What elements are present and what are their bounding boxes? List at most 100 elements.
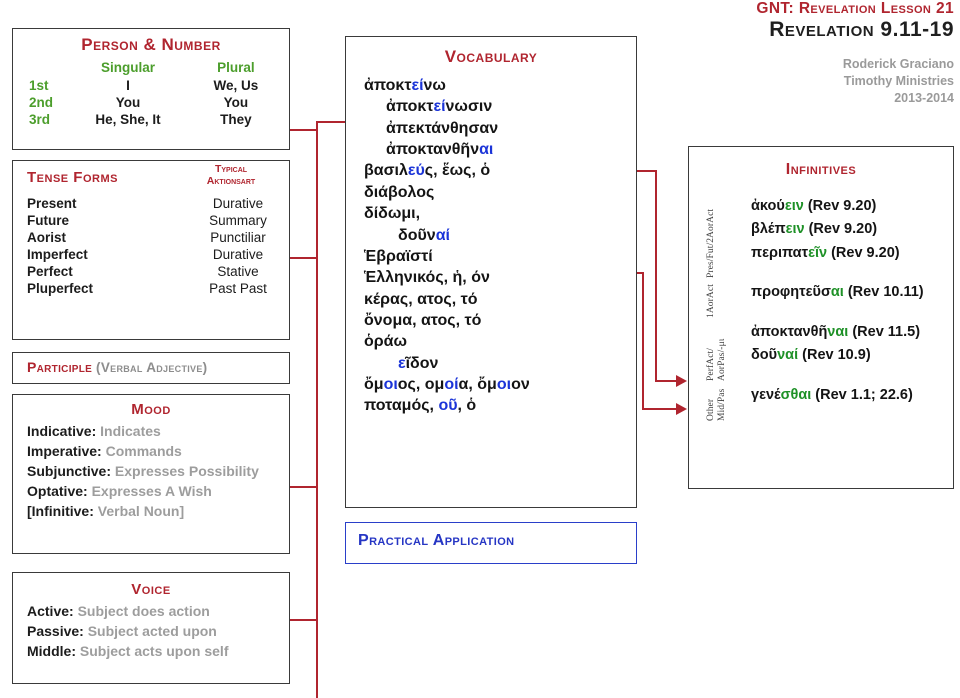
vocabulary-entry: ὄνομα, ατος, τό	[364, 310, 636, 331]
credits: Roderick Graciano Timothy Ministries 201…	[660, 56, 954, 106]
voice-value: Subject acted upon	[87, 622, 217, 639]
vocabulary-entry: ἀποκτανθῆναι	[364, 139, 636, 160]
vocabulary-highlight: εί	[433, 98, 446, 116]
vocabulary-text: δοῦν	[398, 226, 436, 244]
side-label-line: Mid/Pas	[717, 388, 727, 421]
author-name: Roderick Graciano	[842, 57, 954, 72]
voice-value: Subject acts upon self	[79, 642, 229, 659]
tense-name: Future	[27, 213, 69, 228]
connector-dounai-vertical	[642, 272, 644, 410]
mood-title: Mood	[131, 401, 171, 418]
title-block: GNT: Revelation Lesson 21 Revelation 9.1…	[660, 0, 954, 106]
vocabulary-entry: δοῦναί	[364, 225, 636, 246]
person-number-title: Person & Number	[81, 35, 221, 54]
col-plural: Plural	[217, 60, 255, 75]
infinitive-entry: προφητεῦσαι (Rev 10.11)	[689, 281, 953, 304]
participle-panel: Participle (Verbal Adjective)	[12, 352, 290, 384]
infinitive-stem: ἀποκτανθῆ	[751, 323, 828, 340]
aktionsart-header-line-2: Aktionsart	[206, 175, 256, 188]
infinitive-ending-highlight: ειν	[784, 198, 804, 214]
table-row: 1st I We, Us	[13, 77, 289, 94]
vocabulary-text: δίδωμι,	[364, 205, 421, 223]
vocabulary-text: ποταμός,	[364, 397, 439, 415]
list-item: Optative: Expresses A Wish	[27, 482, 289, 502]
person-label: 2nd	[29, 95, 54, 110]
side-label-line: Other	[706, 398, 716, 421]
slide-canvas: Person & Number Singular Plural 1st I We…	[0, 0, 960, 698]
copyright-years: 2013-2014	[894, 90, 954, 105]
infinitive-group: PerfAct/AorPas/-μι ἀποκτανθῆναι (Rev 11.5…	[689, 321, 953, 381]
mood-value: Expresses Possibility	[114, 462, 259, 479]
table-row: Present Durative	[13, 195, 289, 212]
vocabulary-text: ἀποκτανθῆν	[386, 141, 480, 159]
vocabulary-text: ὁράω	[364, 333, 408, 351]
connector-apoktanthenai-arm	[655, 380, 677, 382]
vocabulary-text: ἀπεκτάνθησαν	[386, 119, 499, 137]
vocabulary-text: Ἑλληνικός, ἡ, όν	[364, 269, 490, 287]
vocabulary-entry: ἀποκτείνω	[364, 75, 636, 96]
connector-apoktanthenai-vertical	[655, 170, 657, 382]
mood-list: Indicative: Indicates Imperative: Comman…	[13, 422, 289, 521]
mood-panel: Mood Indicative: Indicates Imperative: C…	[12, 394, 290, 554]
vocabulary-text: ὄμ	[364, 376, 384, 394]
table-row: Imperfect Durative	[13, 246, 289, 263]
tense-aktionsart: Punctiliar	[210, 230, 266, 245]
practical-application-panel: Practical Application	[345, 522, 637, 564]
infinitive-entry: ἀποκτανθῆναι (Rev 11.5)	[689, 321, 953, 344]
infinitive-stem: ἀκού	[751, 198, 785, 214]
practical-application-title: Practical Application	[358, 532, 515, 549]
vocabulary-text: ς, ἕως, ὁ	[424, 162, 491, 180]
vocabulary-text: κέρας, ατος, τό	[364, 290, 478, 308]
vocabulary-text: βασιλ	[364, 162, 408, 180]
vocabulary-highlight: αί	[435, 226, 450, 244]
singular-value: You	[115, 95, 141, 110]
vocabulary-text: , ὁ	[457, 397, 477, 415]
vocabulary-entry: ἀποκτείνωσιν	[364, 96, 636, 117]
mood-key: Optative:	[27, 482, 88, 499]
voice-key: Active:	[27, 603, 74, 619]
mood-key: [Infinitive:	[27, 502, 94, 519]
connector-branch-subjunctive	[286, 486, 317, 488]
infinitive-group: Pres/Fut/2AorAct ἀκούειν (Rev 9.20) βλέπει…	[689, 195, 953, 278]
lesson-title: GNT: Revelation Lesson 21	[756, 0, 954, 17]
list-item: Middle: Subject acts upon self	[27, 642, 289, 662]
mood-key: Subjunctive:	[27, 462, 112, 479]
connector-arrow-infinitive-1	[676, 375, 687, 387]
mood-value: Indicates	[100, 423, 161, 439]
person-number-table: Singular Plural 1st I We, Us 2nd You You…	[13, 59, 289, 128]
side-label-line: Pres/Fut/2AorAct	[706, 208, 716, 278]
vocabulary-highlight: οι	[496, 376, 512, 394]
infinitive-stem: περιπατ	[751, 244, 809, 261]
vocabulary-highlight: οι	[383, 376, 398, 394]
vocabulary-highlight: εύ	[407, 162, 425, 180]
infinitive-ending-highlight: ειν	[785, 221, 805, 238]
table-row: Perfect Stative	[13, 263, 289, 280]
tense-name: Perfect	[27, 264, 73, 279]
list-item: Imperative: Commands	[27, 442, 289, 462]
infinitive-reference: (Rev 10.9)	[798, 347, 871, 364]
tense-aktionsart: Summary	[209, 213, 267, 228]
list-item: Indicative: Indicates	[27, 422, 289, 442]
infinitives-groups: Pres/Fut/2AorAct ἀκούειν (Rev 9.20) βλέπει…	[689, 195, 953, 421]
infinitive-entry: γενέσθαι (Rev 1.1; 22.6)	[689, 384, 953, 407]
table-header-row: Singular Plural	[13, 59, 289, 77]
tense-name: Present	[27, 196, 77, 211]
mood-value: Commands	[105, 442, 182, 459]
vocabulary-highlight: οῦ	[438, 397, 458, 415]
participle-label: Participle	[27, 359, 93, 375]
mood-value: Verbal Noun]	[97, 502, 185, 519]
infinitives-panel: Infinitives Pres/Fut/2AorAct ἀκούειν (Rev…	[688, 146, 954, 489]
infinitive-entry: ἀκούειν (Rev 9.20)	[689, 195, 953, 218]
list-item: Passive: Subject acted upon	[27, 622, 289, 642]
tense-aktionsart: Durative	[212, 196, 264, 211]
infinitive-reference: (Rev 9.20)	[827, 244, 900, 261]
passage-title: Revelation 9.11-19	[769, 18, 954, 42]
infinitive-entry: βλέπειν (Rev 9.20)	[689, 218, 953, 241]
infinitive-reference: (Rev 9.20)	[804, 221, 878, 238]
infinitive-reference: (Rev 9.20)	[803, 198, 877, 214]
participle-gloss: (Verbal Adjective)	[96, 360, 208, 375]
table-row: Future Summary	[13, 212, 289, 229]
table-row: 2nd You You	[13, 94, 289, 111]
vocabulary-entry: ὁράω	[364, 331, 636, 352]
tense-name: Aorist	[27, 230, 67, 245]
